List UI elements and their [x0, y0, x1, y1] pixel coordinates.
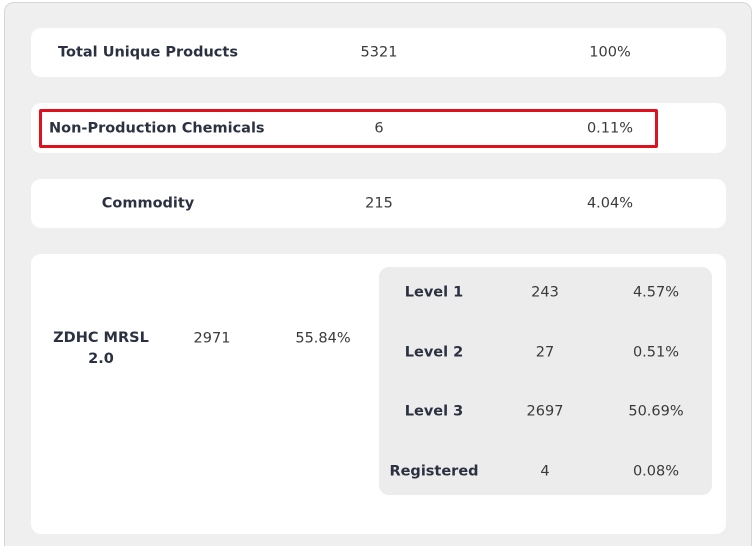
total-unique-products-label: Total Unique Products [58, 44, 238, 61]
level-count: 4 [540, 463, 550, 480]
non-production-chemicals-count: 6 [374, 120, 384, 137]
zdhc-percent: 55.84% [295, 330, 351, 347]
level-percent: 4.57% [632, 284, 680, 301]
non-production-chemicals-label: Non-Production Chemicals [49, 120, 265, 137]
level-percent: 0.51% [632, 344, 680, 361]
total-unique-products-percent: 100% [589, 44, 631, 61]
non-production-chemicals-percent: 0.11% [586, 120, 634, 137]
level-count: 2697 [526, 403, 564, 420]
level-label: Registered [389, 463, 479, 480]
commodity-percent: 4.04% [586, 195, 634, 212]
zdhc-count: 2971 [193, 330, 231, 347]
level-label: Level 2 [404, 344, 464, 361]
level-count: 243 [531, 284, 559, 301]
level-percent: 50.69% [628, 403, 684, 420]
level-count: 27 [535, 344, 555, 361]
commodity-count: 215 [365, 195, 393, 212]
level-percent: 0.08% [632, 463, 680, 480]
zdhc-label: ZDHC MRSL 2.0 [53, 330, 149, 367]
total-unique-products-count: 5321 [360, 44, 398, 61]
level-label: Level 1 [404, 284, 464, 301]
commodity-label: Commodity [101, 195, 195, 212]
level-label: Level 3 [404, 403, 464, 420]
